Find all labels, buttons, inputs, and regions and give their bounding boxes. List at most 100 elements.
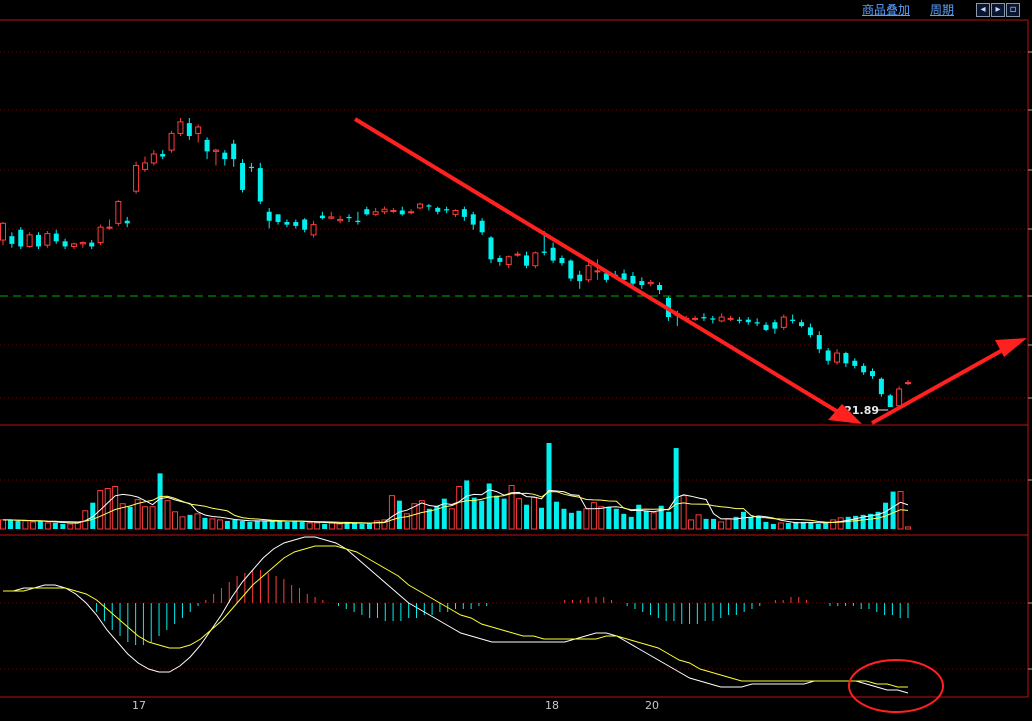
candle-body-down: [568, 260, 574, 279]
volume-bar-up: [777, 522, 784, 530]
volume-bar-down: [352, 522, 358, 529]
volume-bar-down: [808, 522, 814, 529]
candle-body-up: [115, 200, 122, 224]
overlay-product-link[interactable]: 商品叠加: [862, 2, 910, 19]
candle-body-down: [807, 327, 813, 336]
chart-screen: 21.89 商品叠加 周期 ◂ ▸ ▫ 17 18 20: [0, 0, 1032, 721]
nav-maximize-button[interactable]: ▫: [1006, 3, 1020, 17]
volume-bar-down: [366, 522, 372, 529]
candle-body-down: [319, 215, 325, 219]
volume-bar-down: [568, 512, 574, 529]
candle-body-up: [381, 208, 388, 213]
volume-bar-down: [322, 523, 328, 529]
volume-bar-up: [142, 506, 149, 530]
volume-bar-down: [7, 519, 13, 529]
volume-bar-up: [149, 506, 156, 530]
volume-bar-up: [830, 519, 837, 530]
volume-bar-up: [67, 523, 74, 530]
candle-body-down: [630, 275, 636, 284]
volume-bar-down: [299, 521, 305, 529]
volume-bar-down: [643, 510, 649, 529]
candle-body-up: [310, 224, 317, 236]
candle-body-down: [861, 365, 867, 373]
volume-bar-up: [44, 522, 51, 530]
volume-bar-down: [890, 491, 896, 529]
volume-bar-down: [292, 520, 298, 529]
volume-bar-up: [306, 522, 313, 530]
candle-body-down: [754, 322, 760, 324]
candle-body-down: [240, 162, 246, 190]
candle-body-up: [585, 265, 592, 281]
candle-body-down: [53, 233, 59, 242]
volume-bar-down: [247, 521, 253, 529]
volume-bar-down: [37, 520, 43, 529]
volume-bar-up: [164, 500, 171, 530]
volume-bar-up: [0, 519, 6, 530]
candle-body-down: [186, 123, 192, 136]
candle-body-up: [372, 211, 379, 215]
volume-bar-down: [628, 516, 634, 529]
candle-body-up: [780, 316, 787, 328]
candle-body-up: [97, 226, 104, 244]
candle-body-down: [204, 139, 210, 152]
candle-body-down: [346, 216, 352, 219]
volume-bar-up: [216, 519, 223, 530]
candle-body-up: [26, 234, 33, 247]
x-axis-label-17: 17: [132, 699, 146, 712]
candle-body-up: [44, 233, 51, 246]
volume-bar-up: [104, 488, 111, 530]
nav-left-button[interactable]: ◂: [976, 3, 990, 17]
volume-bar-up: [516, 498, 523, 530]
candle-body-down: [523, 255, 529, 266]
candle-body-down: [364, 209, 370, 215]
volume-bar-down: [561, 508, 567, 529]
candle-body-up: [70, 243, 77, 247]
volume-bar-down: [52, 522, 58, 529]
volume-bar-up: [314, 522, 321, 530]
candle-body-down: [293, 222, 299, 226]
candle-body-up: [834, 352, 841, 363]
arrow-right-icon: ▸: [995, 4, 1001, 15]
volume-bar-down: [815, 523, 821, 529]
volume-bar-down: [464, 480, 470, 529]
arrow-left-icon: ◂: [980, 4, 986, 15]
candle-body-down: [302, 219, 308, 230]
candle-body-up: [692, 317, 699, 320]
candle-body-down: [745, 319, 751, 323]
highlight-circle: [848, 659, 944, 713]
volume-bar-down: [546, 443, 552, 529]
volume-bar-up: [508, 484, 515, 530]
candle-body-down: [816, 335, 822, 350]
macd-dif-line: [3, 536, 909, 694]
candle-body-down: [284, 222, 290, 225]
volume-bar-down: [711, 518, 717, 529]
volume-bar-down: [621, 513, 627, 529]
volume-bar-up: [650, 512, 657, 530]
candle-body-down: [710, 318, 716, 320]
candle-body-down: [852, 360, 858, 366]
volume-bar-up: [688, 519, 695, 530]
volume-bar-down: [703, 518, 709, 529]
volume-bar-down: [763, 521, 769, 529]
volume-bar-down: [471, 497, 477, 529]
volume-bar-up: [905, 526, 911, 530]
volume-bar-down: [606, 506, 612, 529]
volume-bar-down: [823, 522, 829, 529]
candle-body-down: [559, 258, 565, 264]
candle-body-down: [479, 220, 485, 233]
candle-body-down: [843, 353, 849, 364]
candle-body-down: [89, 242, 95, 247]
period-link[interactable]: 周期: [930, 2, 954, 19]
volume-bar-down: [239, 520, 245, 529]
nav-right-button[interactable]: ▸: [991, 3, 1005, 17]
candle-body-down: [231, 143, 237, 160]
candle-body-down: [124, 220, 130, 224]
volume-bar-up: [22, 520, 29, 530]
candle-body-down: [550, 247, 556, 261]
candle-body-up: [727, 317, 734, 320]
candle-body-up: [532, 252, 539, 267]
candle-body-down: [35, 234, 41, 247]
candle-body-down: [488, 237, 494, 260]
candle-body-down: [435, 207, 441, 212]
volume-bar-down: [284, 521, 290, 529]
